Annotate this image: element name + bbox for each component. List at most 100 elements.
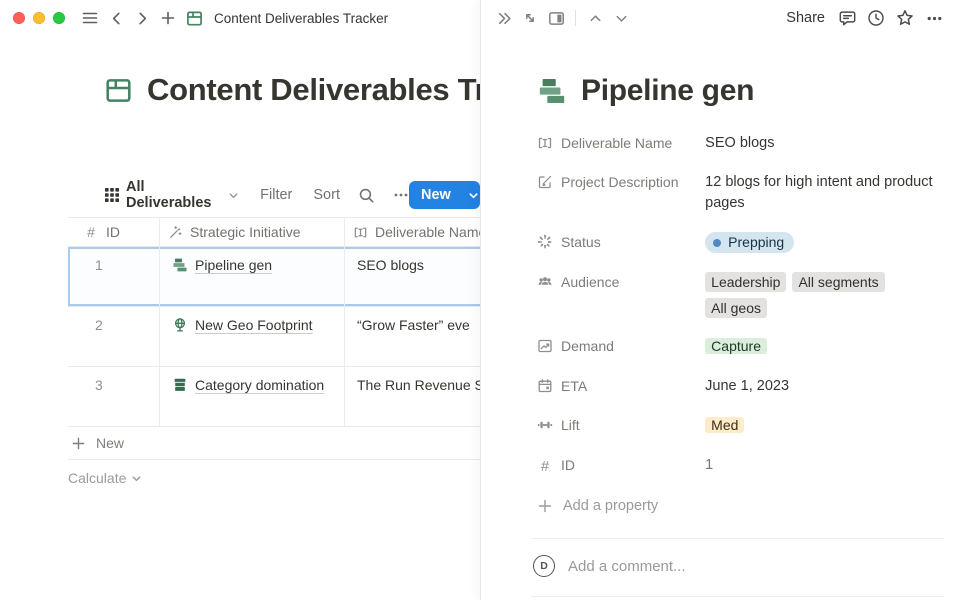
text-cursor-icon bbox=[537, 135, 553, 151]
wand-icon bbox=[168, 225, 183, 240]
property-row-eta: ETA June 1, 2023 bbox=[537, 367, 944, 406]
calendar-icon bbox=[537, 378, 553, 394]
status-dot-icon bbox=[713, 239, 721, 247]
minimize-window-button[interactable] bbox=[33, 12, 45, 24]
peek-page-header: Pipeline gen bbox=[537, 74, 944, 108]
property-label[interactable]: Audience bbox=[537, 272, 705, 318]
table-page-icon[interactable] bbox=[105, 77, 132, 104]
edit-icon bbox=[537, 174, 553, 190]
hash-icon: # bbox=[537, 457, 553, 477]
property-value[interactable]: 1 bbox=[705, 455, 944, 477]
column-header-strategic-initiative[interactable]: Strategic Initiative bbox=[160, 218, 345, 246]
calculate-button[interactable]: Calculate bbox=[68, 460, 142, 496]
comment-placeholder: Add a comment... bbox=[568, 558, 686, 575]
star-icon[interactable] bbox=[892, 5, 918, 31]
column-header-id[interactable]: # ID bbox=[68, 218, 160, 246]
property-label[interactable]: Status bbox=[537, 232, 705, 254]
table-row[interactable]: 1 Pipeline gen SEO blogs bbox=[68, 247, 480, 307]
property-value[interactable]: June 1, 2023 bbox=[705, 376, 944, 397]
filter-button[interactable]: Filter bbox=[260, 187, 292, 203]
peek-page: Pipeline gen Deliverable Name SEO blogs … bbox=[481, 36, 960, 600]
property-label[interactable]: Demand bbox=[537, 336, 705, 358]
property-label[interactable]: Deliverable Name bbox=[537, 133, 705, 154]
plus-icon bbox=[71, 436, 86, 451]
globe-icon bbox=[172, 317, 188, 333]
property-row-status: Status Prepping bbox=[537, 223, 944, 263]
property-row-id: # ID 1 bbox=[537, 446, 944, 486]
sort-button[interactable]: Sort bbox=[313, 187, 340, 203]
comments-icon[interactable] bbox=[834, 5, 860, 31]
new-button[interactable]: New bbox=[409, 181, 480, 209]
page-link[interactable]: Pipeline gen bbox=[172, 257, 344, 273]
cell-id[interactable]: 3 bbox=[68, 367, 160, 426]
view-tab-all-deliverables[interactable]: All Deliverables bbox=[105, 179, 239, 211]
comment-section: D Add a comment... bbox=[531, 538, 944, 577]
more-icon[interactable] bbox=[393, 187, 409, 203]
share-button[interactable]: Share bbox=[786, 10, 825, 26]
close-window-button[interactable] bbox=[13, 12, 25, 24]
page-link-label: Pipeline gen bbox=[195, 257, 272, 273]
expand-diagonal-icon[interactable] bbox=[517, 5, 543, 31]
property-name: Lift bbox=[561, 415, 580, 435]
page-link[interactable]: Category domination bbox=[172, 377, 344, 393]
menu-icon[interactable] bbox=[77, 5, 103, 31]
column-header-deliverable-name[interactable]: Deliverable Name bbox=[345, 218, 480, 246]
property-label[interactable]: ETA bbox=[537, 376, 705, 397]
property-value[interactable]: 12 blogs for high intent and product pag… bbox=[705, 172, 944, 214]
property-value[interactable]: Leadership All segments All geos bbox=[705, 272, 944, 318]
property-label[interactable]: Project Description bbox=[537, 172, 705, 214]
cell-id[interactable]: 1 bbox=[68, 247, 160, 306]
cell-deliverable[interactable]: SEO blogs bbox=[345, 247, 480, 306]
table-row[interactable]: 3 Category domination The Run Revenue S bbox=[68, 367, 480, 427]
table-row[interactable]: 2 New Geo Footprint “Grow Faster” eve bbox=[68, 307, 480, 367]
property-value[interactable]: SEO blogs bbox=[705, 133, 944, 154]
zoom-window-button[interactable] bbox=[53, 12, 65, 24]
cell-initiative[interactable]: New Geo Footprint bbox=[160, 307, 345, 366]
property-label[interactable]: Lift bbox=[537, 415, 705, 437]
toolbar-divider bbox=[575, 10, 576, 26]
comment-input-row[interactable]: D Add a comment... bbox=[531, 555, 944, 577]
column-label: Deliverable Name bbox=[375, 224, 480, 240]
cell-deliverable[interactable]: The Run Revenue S bbox=[345, 367, 480, 426]
chevron-up-icon[interactable] bbox=[582, 5, 608, 31]
cell-id[interactable]: 2 bbox=[68, 307, 160, 366]
new-dropdown-button[interactable] bbox=[461, 190, 480, 201]
page-header: Content Deliverables Tracker bbox=[105, 72, 480, 108]
database-toolbar: All Deliverables Filter Sort New bbox=[105, 179, 480, 211]
new-tab-icon[interactable] bbox=[155, 5, 181, 31]
new-row-button[interactable]: New bbox=[68, 427, 480, 460]
cell-deliverable[interactable]: “Grow Faster” eve bbox=[345, 307, 480, 366]
more-icon[interactable] bbox=[921, 5, 947, 31]
cell-initiative[interactable]: Category domination bbox=[160, 367, 345, 426]
status-burst-icon bbox=[537, 234, 553, 250]
back-icon[interactable] bbox=[103, 5, 129, 31]
side-peek-icon[interactable] bbox=[543, 5, 569, 31]
chevron-down-icon bbox=[131, 473, 142, 484]
property-value[interactable]: Prepping bbox=[705, 232, 944, 254]
cell-initiative[interactable]: Pipeline gen bbox=[160, 247, 345, 306]
pipeline-bars-icon[interactable] bbox=[537, 76, 567, 106]
window-titlebar: Content Deliverables Tracker bbox=[0, 0, 480, 36]
property-value[interactable]: Med bbox=[705, 415, 944, 437]
page-link[interactable]: New Geo Footprint bbox=[172, 317, 344, 333]
traffic-lights bbox=[0, 12, 65, 24]
view-name: All Deliverables bbox=[126, 179, 221, 211]
notion-window: Content Deliverables Tracker Content Del… bbox=[0, 0, 960, 600]
add-property-button[interactable]: Add a property bbox=[537, 490, 944, 522]
forward-icon[interactable] bbox=[129, 5, 155, 31]
status-tag-label: Prepping bbox=[728, 232, 784, 253]
column-label: ID bbox=[106, 224, 120, 240]
tag: All geos bbox=[705, 298, 767, 318]
page-link-label: New Geo Footprint bbox=[195, 317, 313, 333]
property-value[interactable]: Capture bbox=[705, 336, 944, 358]
tag: Capture bbox=[705, 338, 767, 354]
updates-clock-icon[interactable] bbox=[863, 5, 889, 31]
property-list: Deliverable Name SEO blogs Project Descr… bbox=[537, 124, 944, 522]
search-icon[interactable] bbox=[358, 187, 375, 204]
table-page-icon bbox=[181, 5, 207, 31]
double-chevron-right-icon[interactable] bbox=[491, 5, 517, 31]
property-label[interactable]: # ID bbox=[537, 455, 705, 477]
dumbbell-icon bbox=[537, 417, 553, 433]
chevron-down-icon[interactable] bbox=[608, 5, 634, 31]
peek-page-title[interactable]: Pipeline gen bbox=[581, 74, 754, 108]
